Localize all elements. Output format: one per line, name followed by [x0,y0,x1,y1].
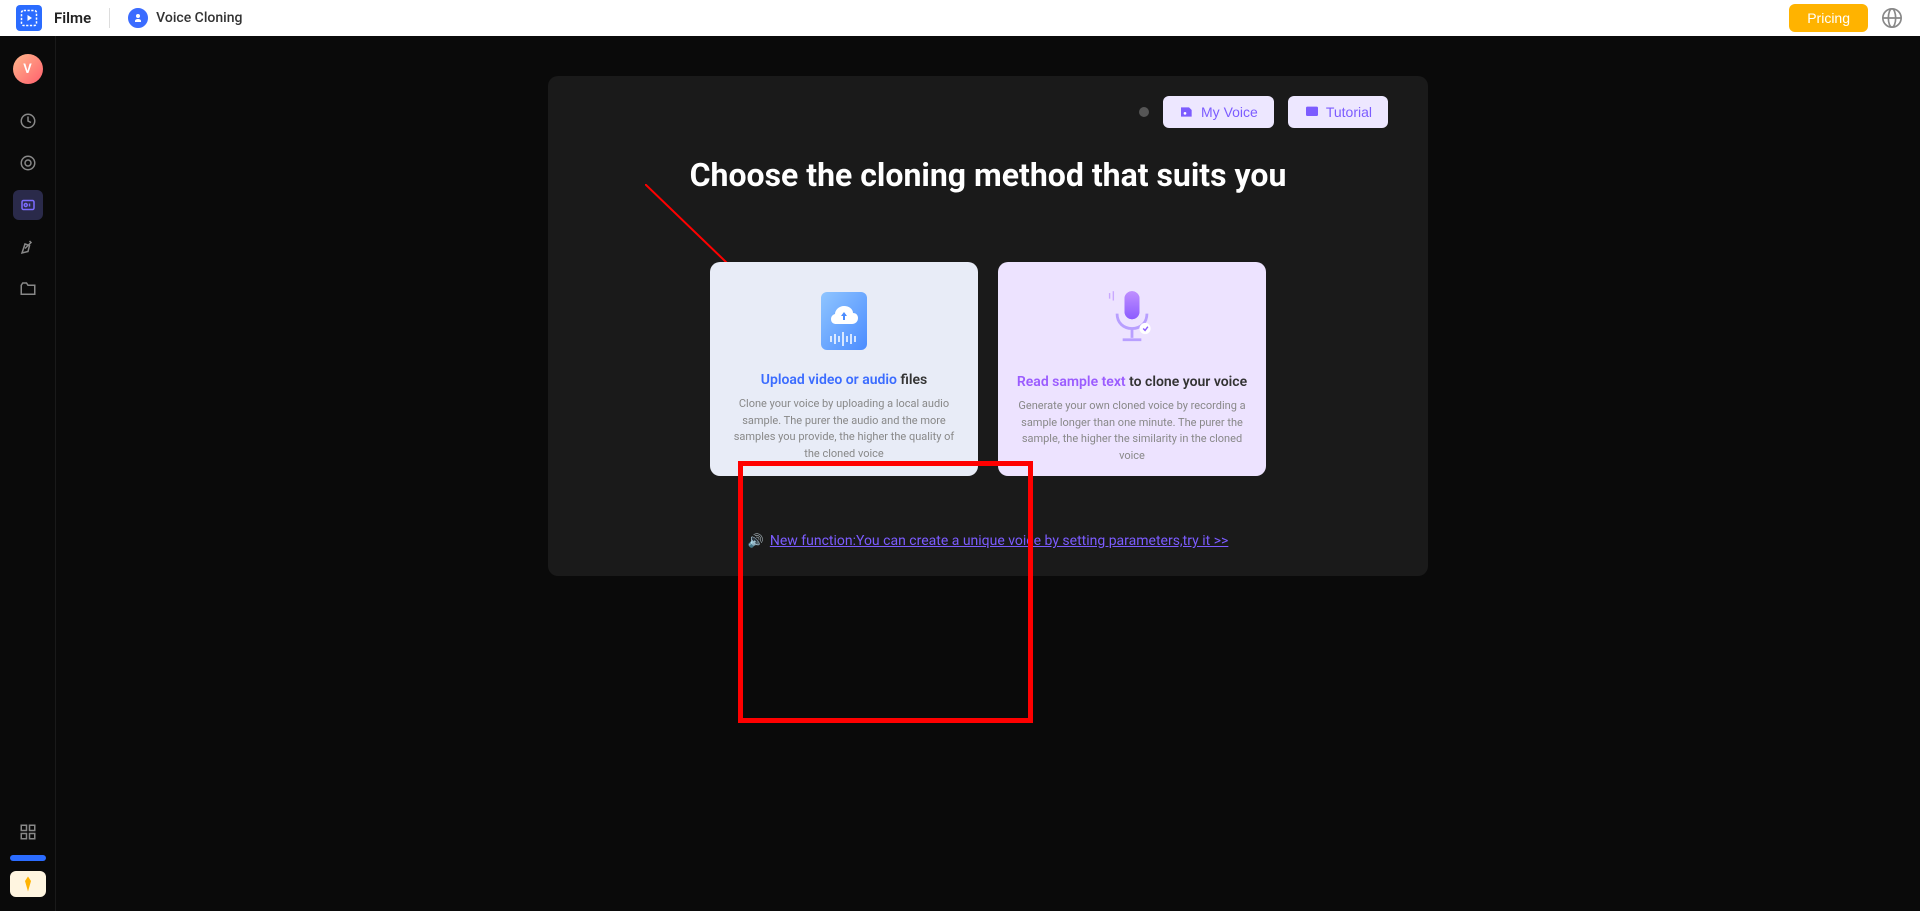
content-area: My Voice Tutorial Choose the cloning met… [56,36,1920,911]
sidebar-item-1[interactable] [13,106,43,136]
sidebar-item-5[interactable] [13,274,43,304]
globe-icon[interactable] [1880,6,1904,30]
cards-container: Upload video or audio files Clone your v… [588,262,1388,476]
my-voice-button[interactable]: My Voice [1163,96,1274,128]
sidebar: V [0,36,56,911]
filme-logo-icon[interactable] [16,5,42,31]
read-card-desc: Generate your own cloned voice by record… [1016,398,1248,464]
speaker-icon: 🔊 [748,534,764,549]
filme-logo-text: Filme [54,9,91,27]
upload-cloud-icon [816,288,872,354]
read-card-title: Read sample text to clone your voice [1017,374,1247,390]
panel-title: Choose the cloning method that suits you [588,156,1388,194]
new-function-link[interactable]: New function:You can create a unique voi… [770,533,1229,549]
upload-card[interactable]: Upload video or audio files Clone your v… [710,262,978,476]
sidebar-item-4[interactable] [13,232,43,262]
upload-card-desc: Clone your voice by uploading a local au… [728,396,960,462]
annotation-highlight-box [738,461,1033,723]
top-bar-right: Pricing [1789,4,1904,32]
main-panel: My Voice Tutorial Choose the cloning met… [548,76,1428,576]
microphone-icon [1104,288,1160,356]
usage-meter [10,855,46,861]
voice-cloning-label: Voice Cloning [156,10,242,26]
pricing-button[interactable]: Pricing [1789,4,1868,32]
avatar[interactable]: V [13,54,43,84]
info-icon[interactable] [1139,107,1149,117]
top-bar-left: Filme Voice Cloning [16,5,242,31]
new-function-row: 🔊 New function:You can create a unique vo… [588,530,1388,549]
sidebar-item-2[interactable] [13,148,43,178]
tutorial-label: Tutorial [1326,104,1372,120]
sidebar-item-3-active[interactable] [13,190,43,220]
my-voice-label: My Voice [1201,104,1258,120]
top-bar: Filme Voice Cloning Pricing [0,0,1920,36]
voice-cloning-icon [128,8,148,28]
upload-card-title: Upload video or audio files [761,372,927,388]
panel-header: My Voice Tutorial [588,96,1388,128]
premium-icon[interactable] [10,871,46,897]
read-sample-card[interactable]: Read sample text to clone your voice Gen… [998,262,1266,476]
tutorial-button[interactable]: Tutorial [1288,96,1388,128]
divider [109,8,110,28]
grid-icon[interactable] [19,823,37,845]
